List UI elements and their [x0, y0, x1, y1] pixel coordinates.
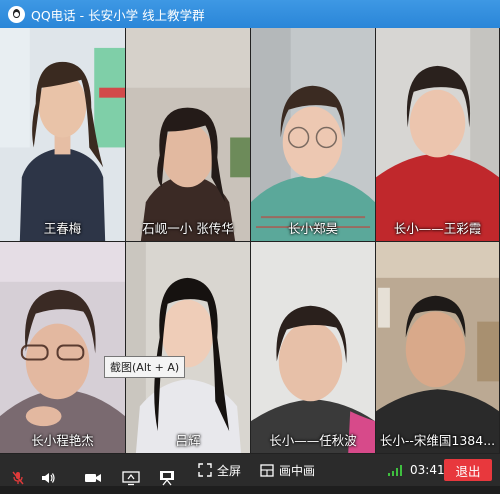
participant-name: 石岘一小 张传华: [142, 221, 234, 236]
call-timer: 03:41: [410, 463, 445, 477]
participant-video: [251, 28, 375, 241]
screen-share-button[interactable]: [122, 462, 140, 494]
signal-strength-icon: [388, 464, 404, 479]
picture-in-picture-button[interactable]: 画中画: [260, 454, 315, 486]
participant-name: 吕辉: [175, 433, 201, 448]
speaker-icon: [42, 473, 55, 483]
picture-in-picture-icon: [260, 463, 274, 477]
participant-video: [376, 242, 499, 453]
participant-video: [126, 28, 250, 241]
exit-call-button[interactable]: 退出: [444, 459, 492, 481]
video-grid: 王春梅 石岘一小 张传华 长小郑昊 长小——王彩霞 长小程艳杰 吕辉 长小——任…: [0, 28, 500, 454]
presentation-button[interactable]: [158, 462, 176, 494]
video-tile[interactable]: 吕辉: [126, 242, 251, 454]
participant-video: [0, 28, 125, 241]
video-tile[interactable]: 石岘一小 张传华: [126, 28, 251, 242]
participant-video: [0, 242, 125, 453]
participant-name: 长小--宋维国1384...: [379, 433, 496, 448]
video-tile[interactable]: 长小程艳杰: [0, 242, 126, 454]
participant-name: 长小——王彩霞: [393, 221, 482, 236]
participant-name: 王春梅: [43, 221, 82, 236]
video-tile[interactable]: 长小--宋维国1384...: [376, 242, 500, 454]
fullscreen-label: 全屏: [217, 463, 242, 478]
fullscreen-button[interactable]: 全屏: [198, 454, 241, 486]
picture-in-picture-label: 画中画: [279, 463, 316, 478]
speaker-button[interactable]: [40, 462, 56, 494]
mic-off-icon: [12, 471, 24, 485]
screen-share-icon: [122, 471, 140, 486]
video-tile[interactable]: 长小——王彩霞: [376, 28, 500, 242]
video-tile[interactable]: 长小郑昊: [251, 28, 376, 242]
participant-video: [126, 242, 250, 453]
participant-video: [251, 242, 375, 453]
camera-button[interactable]: [84, 462, 102, 494]
qq-logo-icon: [8, 5, 25, 23]
participant-name: 长小郑昊: [287, 221, 338, 236]
mic-muted-button[interactable]: [10, 462, 26, 494]
presentation-icon: [160, 471, 174, 486]
video-tile[interactable]: 王春梅: [0, 28, 126, 242]
call-toolbar: 全屏 画中画 03:41 退出: [0, 454, 500, 486]
title-bar: QQ电话 - 长安小学 线上教学群: [0, 0, 500, 28]
participant-video: [376, 28, 499, 241]
fullscreen-icon: [198, 463, 212, 477]
screenshot-tooltip: 截图(Alt + A): [104, 356, 186, 378]
video-tile[interactable]: 长小——任秋波: [251, 242, 376, 454]
camera-icon: [85, 474, 101, 482]
participant-name: 长小——任秋波: [269, 433, 357, 448]
participant-name: 长小程艳杰: [31, 433, 94, 448]
window-title: QQ电话 - 长安小学 线上教学群: [31, 7, 205, 23]
